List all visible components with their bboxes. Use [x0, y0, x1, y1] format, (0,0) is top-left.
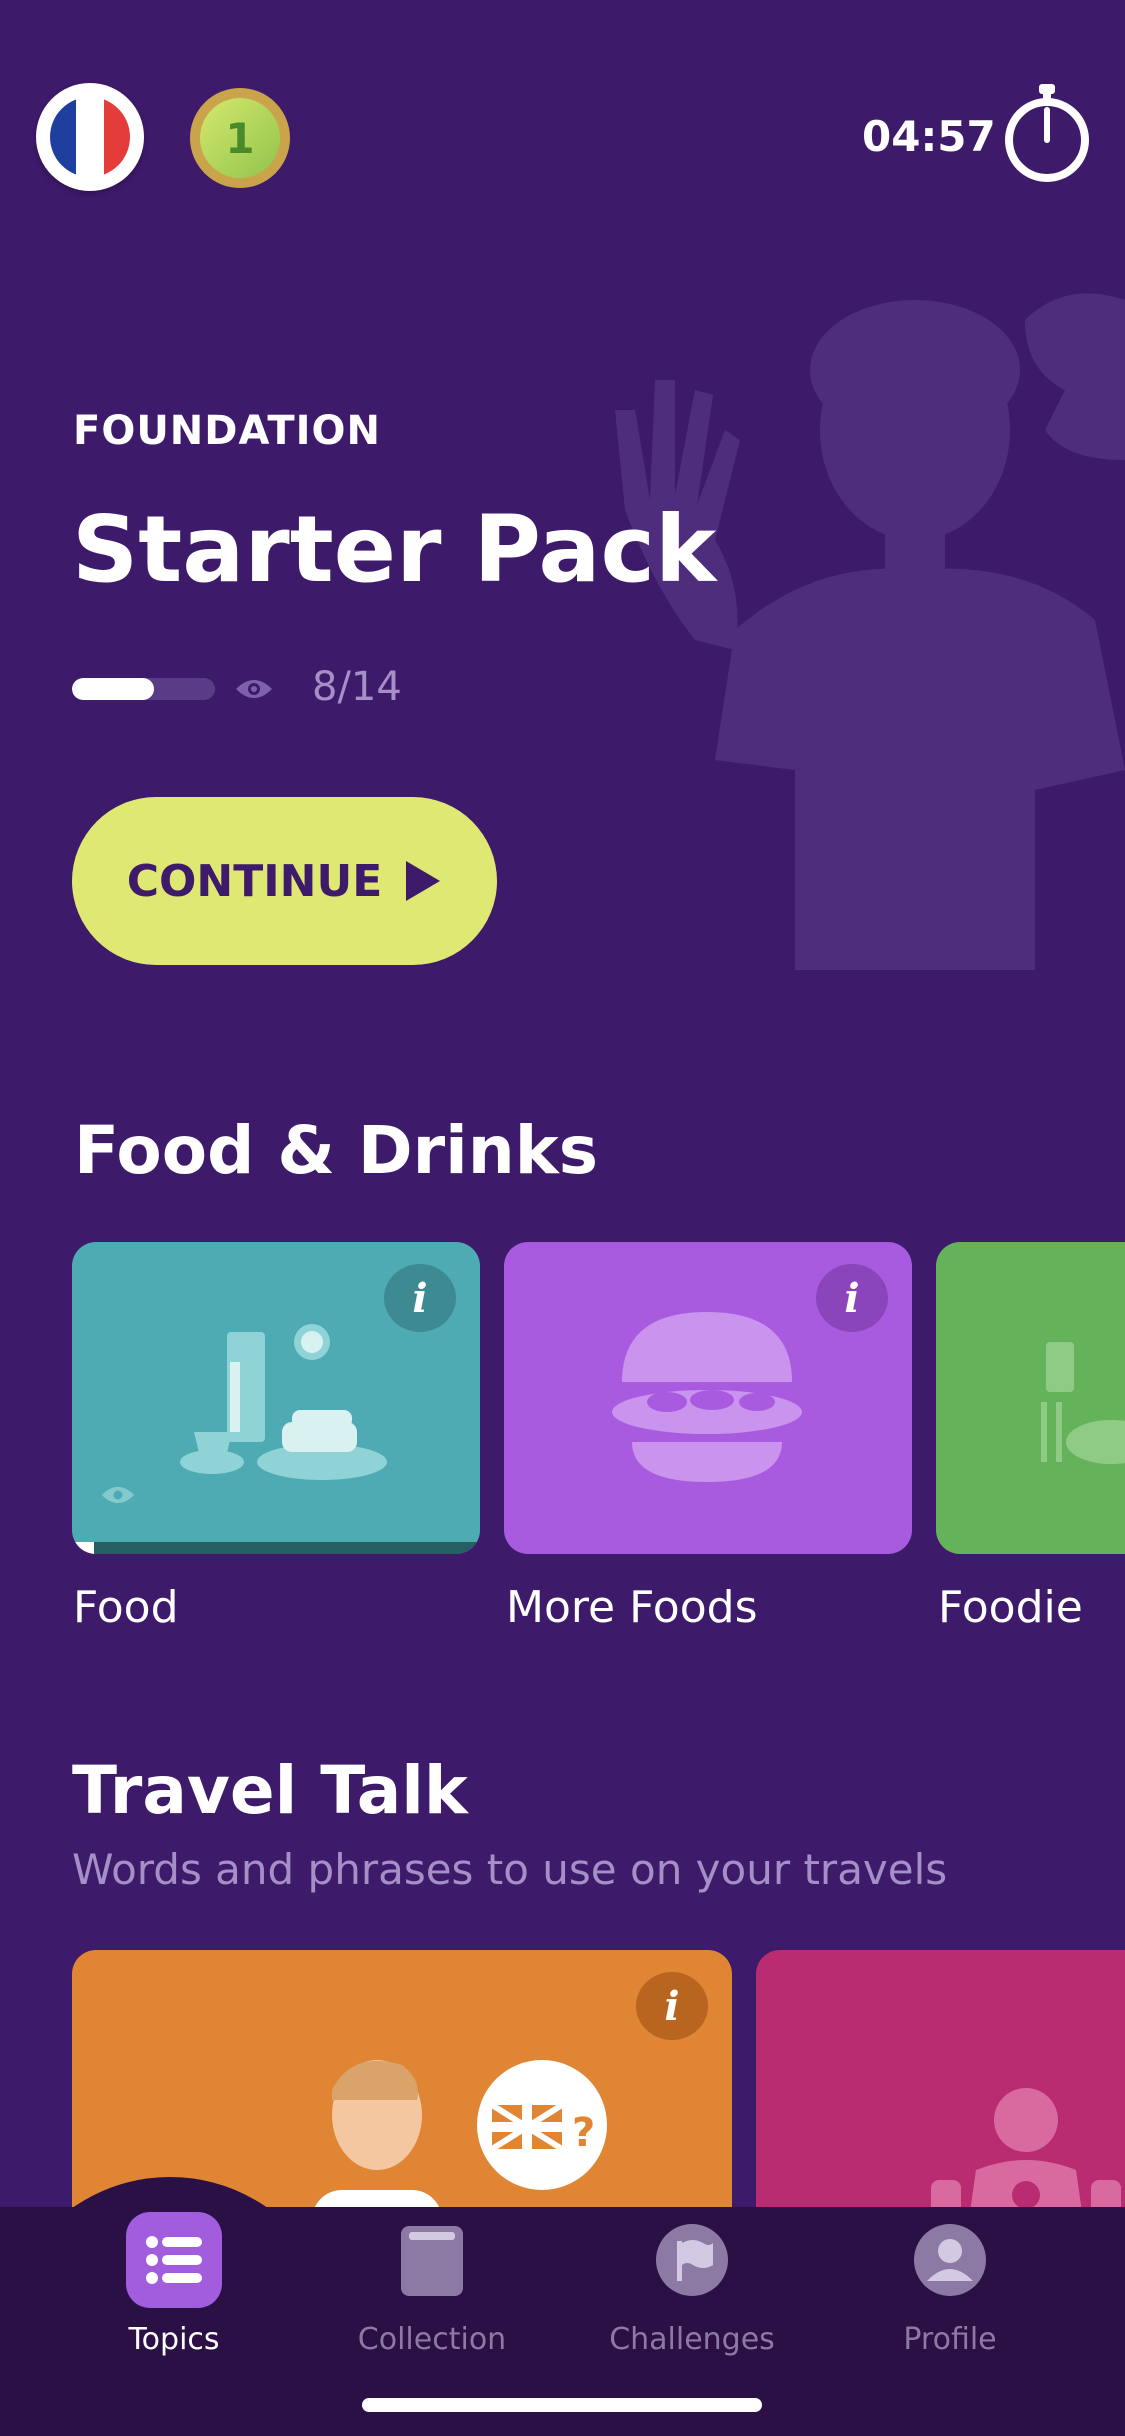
nav-tab-collection[interactable]: Collection [332, 2212, 532, 2357]
nav-tab-topics[interactable]: Topics [74, 2212, 274, 2357]
svg-text:?: ? [572, 2110, 595, 2156]
nav-tab-challenges[interactable]: Challenges [592, 2212, 792, 2357]
france-flag-icon [50, 97, 130, 177]
progress-count: 8/14 [312, 664, 402, 710]
course-level-label: FOUNDATION [73, 408, 381, 454]
nav-tab-profile[interactable]: Profile [850, 2212, 1050, 2357]
nav-label-topics: Topics [128, 2322, 220, 2357]
level-number: 1 [200, 98, 280, 178]
nav-label-challenges: Challenges [609, 2322, 775, 2357]
continue-label: CONTINUE [126, 855, 383, 907]
dining-illustration [1041, 1342, 1125, 1464]
level-badge[interactable]: 1 [190, 88, 290, 188]
section-title-travel-talk: Travel Talk [72, 1752, 468, 1829]
food-progress-track [72, 1542, 480, 1554]
burger-illustration [612, 1312, 802, 1482]
course-progress-fill [72, 678, 154, 700]
nav-label-collection: Collection [357, 2322, 507, 2357]
topic-card-more-foods[interactable]: i [504, 1242, 912, 1554]
profile-icon [902, 2212, 998, 2308]
book-icon [384, 2212, 480, 2308]
eye-icon [101, 1486, 135, 1504]
section-title-food-drinks: Food & Drinks [74, 1112, 598, 1189]
topic-label-more-foods: More Foods [506, 1582, 758, 1633]
food-progress-fill [72, 1542, 94, 1554]
nav-label-profile: Profile [903, 2322, 997, 2357]
more-foods-info-button[interactable]: i [816, 1264, 888, 1332]
nav-wave [60, 2177, 280, 2217]
topic-label-foodie: Foodie [938, 1582, 1083, 1633]
stopwatch-icon[interactable] [1003, 82, 1091, 182]
list-icon [126, 2212, 222, 2308]
topic-label-food: Food [73, 1582, 179, 1633]
waving-person-illustration [615, 293, 1125, 970]
play-icon [406, 861, 441, 901]
travel-info-button[interactable]: i [636, 1972, 708, 2040]
topic-card-foodie[interactable] [936, 1242, 1125, 1554]
language-flag-button[interactable] [36, 83, 144, 191]
food-illustration [180, 1324, 387, 1480]
course-title: Starter Pack [72, 496, 717, 603]
topic-card-food[interactable]: i [72, 1242, 480, 1554]
home-indicator [362, 2398, 762, 2412]
food-info-button[interactable]: i [384, 1264, 456, 1332]
timer-text: 04:57 [862, 112, 996, 161]
eye-icon [236, 680, 272, 698]
section-subtitle-travel-talk: Words and phrases to use on your travels [72, 1845, 948, 1894]
flag-icon [644, 2212, 740, 2308]
continue-button[interactable]: CONTINUE [72, 797, 497, 965]
course-progress-bar [72, 678, 215, 700]
